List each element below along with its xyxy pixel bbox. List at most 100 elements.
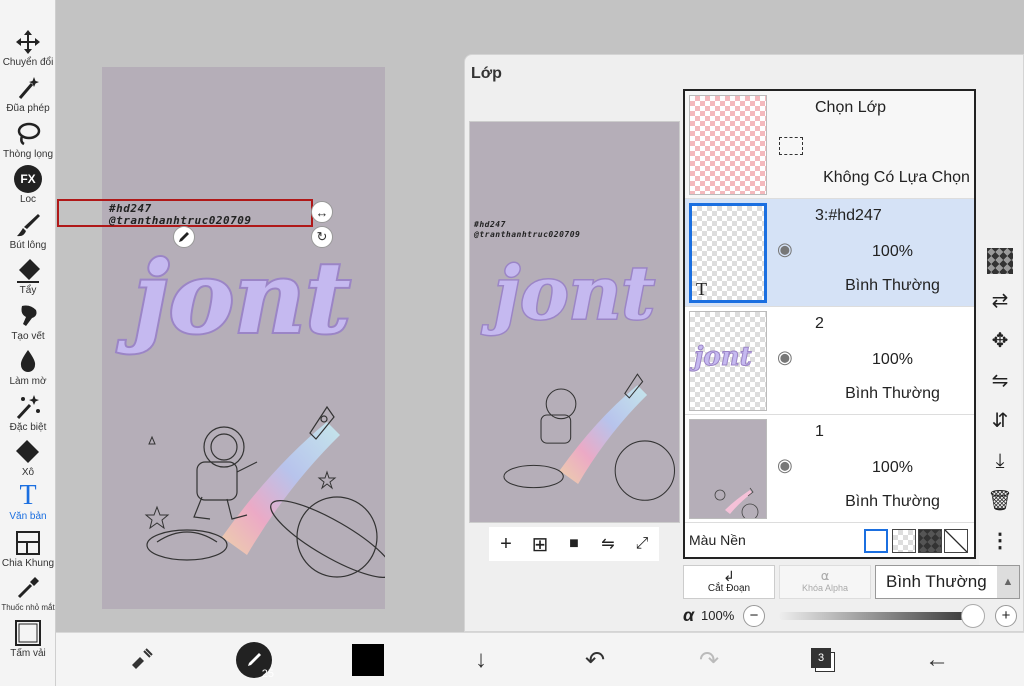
canvas-preview[interactable]: #hd247 @tranthanhtruc020709 jont xyxy=(469,121,680,523)
tool-sidebar: Chuyển đổi Đũa phép Thòng lọng FX Loc Bú… xyxy=(0,0,56,686)
alpha-lock-icon: ⍺ xyxy=(820,568,830,583)
sketch-thumb xyxy=(714,487,759,521)
undo-icon[interactable]: ↶ xyxy=(578,643,612,677)
tool-label: Tạo vết xyxy=(11,331,45,342)
layer-opacity: 100% xyxy=(872,351,913,368)
tool-label: Thòng lọng xyxy=(2,149,54,160)
opacity-value: 100% xyxy=(701,608,735,623)
tool-label: Chia Khung xyxy=(1,558,55,569)
rotate-icon: ↻ xyxy=(316,229,328,244)
drawing-canvas[interactable]: jont xyxy=(102,67,385,609)
opacity-decrease-button[interactable]: − xyxy=(743,605,765,627)
visibility-eye-icon[interactable]: ◉ xyxy=(777,347,793,368)
tool-label: Chuyển đổi xyxy=(2,57,54,68)
brush-size-button[interactable]: 25 xyxy=(236,642,274,680)
tool-smudge[interactable]: Tạo vết xyxy=(0,302,56,342)
flip-vertical-icon[interactable]: ⇵ xyxy=(987,408,1013,434)
clip-label: Cắt Đoạn xyxy=(707,583,751,594)
layer-count: 3 xyxy=(811,648,831,668)
edit-text-handle[interactable] xyxy=(173,226,195,248)
tool-transform[interactable]: Chuyển đổi xyxy=(0,28,56,68)
bottom-toolbar: 25 ↓ ↶ ↷ 3 ← xyxy=(56,632,1024,686)
layer-thumbnail: T xyxy=(689,203,767,303)
transform-icon[interactable]: ⤢ xyxy=(630,535,654,553)
tool-canvas[interactable]: Tấm vải xyxy=(0,619,56,659)
layers-stack-icon: 3 xyxy=(811,648,835,672)
bg-transparent-swatch[interactable] xyxy=(892,529,916,553)
alpha-lock-button[interactable]: ⍺ Khóa Alpha xyxy=(779,565,871,599)
tool-label: Tấm vải xyxy=(10,648,46,659)
trash-icon[interactable]: 🗑 xyxy=(987,488,1013,514)
tool-eraser[interactable]: Tẩy xyxy=(0,256,56,296)
visibility-eye-icon[interactable]: ◉ xyxy=(777,239,793,260)
swap-layer-icon[interactable]: ⇄ xyxy=(987,288,1013,314)
text-selection-box[interactable]: #hd247 @tranthanhtruc020709 xyxy=(57,199,313,227)
watermark-line2: @tranthanhtruc020709 xyxy=(109,214,252,227)
resize-handle[interactable]: ↔ xyxy=(311,201,333,223)
layer-row[interactable]: ◉ 1 100% Bình Thường xyxy=(685,415,974,523)
opacity-increase-button[interactable]: + xyxy=(995,605,1017,627)
preview-toolbar: + ⊞ ■ ⇋ ⤢ xyxy=(489,527,659,561)
clip-button[interactable]: ↲ Cắt Đoạn xyxy=(683,565,775,599)
visibility-eye-icon[interactable]: ◉ xyxy=(777,455,793,476)
bucket-icon xyxy=(16,440,39,463)
tool-magic-wand[interactable]: Đũa phép xyxy=(0,74,56,114)
brush-pen-icon xyxy=(248,653,261,666)
checker-layer-icon[interactable] xyxy=(987,248,1013,274)
brush-size-value: 25 xyxy=(261,668,274,680)
selection-layer-name: Chọn Lớp xyxy=(815,99,886,116)
tool-brush[interactable]: Bút lông xyxy=(0,211,56,251)
tool-label: Xô xyxy=(21,467,35,478)
camera-icon[interactable]: ■ xyxy=(562,535,586,553)
layer-blend: Bình Thường xyxy=(845,493,940,510)
bg-dark-checker-swatch[interactable] xyxy=(918,529,942,553)
tool-frame-divider[interactable]: Chia Khung xyxy=(0,529,56,569)
layer-row[interactable]: jont ◉ 2 100% Bình Thường xyxy=(685,307,974,415)
tool-label: Làm mờ xyxy=(9,376,47,387)
current-color xyxy=(352,644,384,676)
preview-lettering: jont xyxy=(481,252,655,337)
tool-text[interactable]: T Văn bản xyxy=(0,482,56,523)
layer-opacity: 100% xyxy=(872,243,913,260)
rotate-handle[interactable]: ↻ xyxy=(311,226,333,248)
layer-list: Chọn Lớp Không Có Lựa Chọn T ◉ 3:#hd247 … xyxy=(683,89,976,559)
add-layer-square-icon[interactable]: ⊞ xyxy=(528,532,552,557)
tool-lasso[interactable]: Thòng lọng xyxy=(0,120,56,160)
blur-drop-icon xyxy=(20,350,36,372)
tool-special[interactable]: Đặc biệt xyxy=(0,393,56,433)
merge-down-icon[interactable]: ⤓ xyxy=(987,448,1013,474)
redo-icon[interactable]: ↷ xyxy=(692,643,726,677)
tool-label: Loc xyxy=(19,194,37,205)
add-layer-icon[interactable]: + xyxy=(494,533,518,556)
more-options-icon[interactable]: ⋮ xyxy=(987,528,1013,554)
flip-icon[interactable]: ⇋ xyxy=(596,534,620,554)
panel-title: Lớp xyxy=(471,65,502,82)
layers-button[interactable]: 3 xyxy=(806,643,840,677)
layer-row[interactable]: T ◉ 3:#hd247 100% Bình Thường xyxy=(685,199,974,307)
move-layer-icon[interactable]: ✥ xyxy=(987,328,1013,354)
color-swatch-button[interactable] xyxy=(352,644,384,676)
tool-filter[interactable]: FX Loc xyxy=(0,165,56,205)
tool-label: Văn bản xyxy=(9,511,47,522)
down-arrow-icon[interactable]: ↓ xyxy=(464,643,498,677)
selection-layer[interactable]: Chọn Lớp Không Có Lựa Chọn xyxy=(685,91,974,199)
tool-eyedropper[interactable]: Thuốc nhỏ mắt xyxy=(0,574,56,612)
preview-artwork: jont xyxy=(479,250,676,501)
tool-blur[interactable]: Làm mờ xyxy=(0,347,56,387)
lasso-icon xyxy=(17,122,41,146)
bg-white-swatch[interactable] xyxy=(864,529,888,553)
tool-bucket[interactable]: Xô xyxy=(0,438,56,478)
blend-mode-select[interactable]: Bình Thường ▲ xyxy=(875,565,1020,599)
fx-filter-icon: FX xyxy=(14,165,42,193)
back-arrow-icon[interactable]: ← xyxy=(920,643,954,677)
alpha-lock-label: Khóa Alpha xyxy=(801,583,849,593)
layer-opacity: 100% xyxy=(872,459,913,476)
rainbow-trail xyxy=(222,422,340,555)
flip-horizontal-icon[interactable]: ⇋ xyxy=(987,368,1013,394)
bg-none-swatch[interactable] xyxy=(944,529,968,553)
eraser-icon xyxy=(17,259,40,283)
opacity-slider-knob[interactable] xyxy=(961,604,985,628)
opacity-slider[interactable] xyxy=(779,612,975,620)
pencil-icon xyxy=(179,232,189,242)
swap-tool-icon[interactable] xyxy=(124,643,158,677)
